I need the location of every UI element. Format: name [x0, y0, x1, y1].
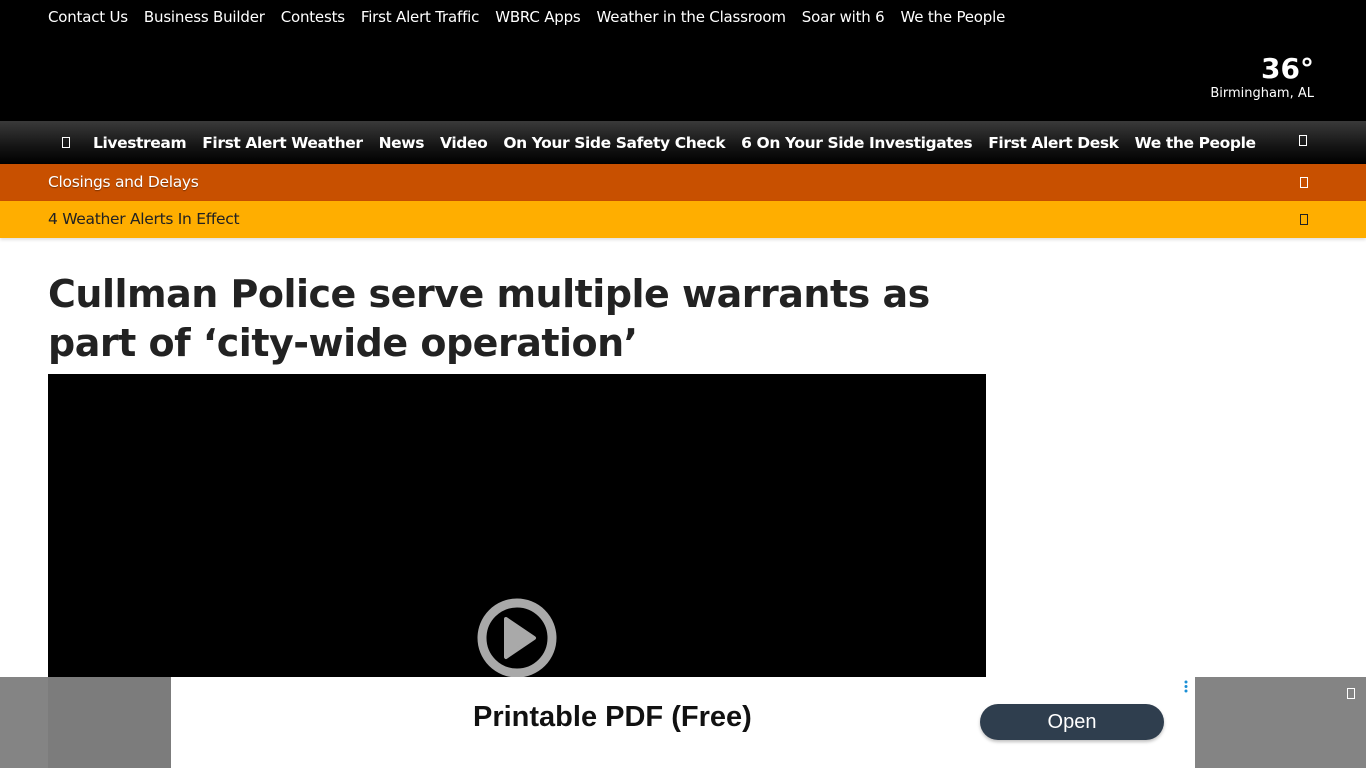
nav-link-news[interactable]: News	[379, 134, 425, 152]
util-link-first-alert-traffic[interactable]: First Alert Traffic	[361, 7, 480, 27]
nav-link-video[interactable]: Video	[440, 134, 488, 152]
ad-banner[interactable]: Printable PDF (Free) Open	[171, 677, 1195, 768]
weather-widget[interactable]: 36° Birmingham, AL	[1210, 52, 1314, 102]
nav-link-we-the-people[interactable]: We the People	[1135, 134, 1256, 152]
util-link-business-builder[interactable]: Business Builder	[144, 7, 265, 27]
play-icon[interactable]	[476, 597, 558, 679]
ad-open-button[interactable]: Open	[980, 704, 1164, 740]
nav-link-investigates[interactable]: 6 On Your Side Investigates	[741, 134, 972, 152]
util-link-weather-classroom[interactable]: Weather in the Classroom	[597, 7, 786, 27]
nav-link-first-alert-weather[interactable]: First Alert Weather	[202, 134, 363, 152]
menu-icon[interactable]	[59, 133, 73, 151]
article-headline: Cullman Police serve multiple warrants a…	[48, 272, 930, 365]
nav-link-safety-check[interactable]: On Your Side Safety Check	[503, 134, 725, 152]
util-link-wbrc-apps[interactable]: WBRC Apps	[495, 7, 581, 27]
ad-options-icon[interactable]	[1183, 680, 1189, 694]
nav-link-livestream[interactable]: Livestream	[93, 134, 187, 152]
closings-bar[interactable]: Closings and Delays	[0, 164, 1366, 201]
closings-label: Closings and Delays	[48, 173, 199, 191]
chevron-right-icon	[1300, 177, 1308, 188]
weather-alerts-label: 4 Weather Alerts In Effect	[48, 210, 240, 228]
utility-nav: Contact Us Business Builder Contests Fir…	[48, 7, 1021, 27]
close-icon[interactable]	[1347, 688, 1355, 699]
util-link-soar-with-6[interactable]: Soar with 6	[802, 7, 885, 27]
chevron-right-icon	[1300, 214, 1308, 225]
nav-link-first-alert-desk[interactable]: First Alert Desk	[988, 134, 1119, 152]
util-link-contests[interactable]: Contests	[281, 7, 345, 27]
ad-title[interactable]: Printable PDF (Free)	[473, 701, 752, 734]
ad-overlay: Printable PDF (Free) Open	[0, 677, 1366, 768]
util-link-we-the-people[interactable]: We the People	[901, 7, 1006, 27]
weather-alerts-bar[interactable]: 4 Weather Alerts In Effect	[0, 201, 1366, 238]
site-header: Contact Us Business Builder Contests Fir…	[0, 0, 1366, 121]
search-icon[interactable]	[1299, 135, 1307, 146]
util-link-contact-us[interactable]: Contact Us	[48, 7, 128, 27]
main-nav-links: Livestream First Alert Weather News Vide…	[93, 121, 1272, 164]
main-nav: Livestream First Alert Weather News Vide…	[0, 121, 1366, 164]
weather-location: Birmingham, AL	[1210, 86, 1314, 101]
weather-temperature: 36°	[1261, 52, 1314, 85]
